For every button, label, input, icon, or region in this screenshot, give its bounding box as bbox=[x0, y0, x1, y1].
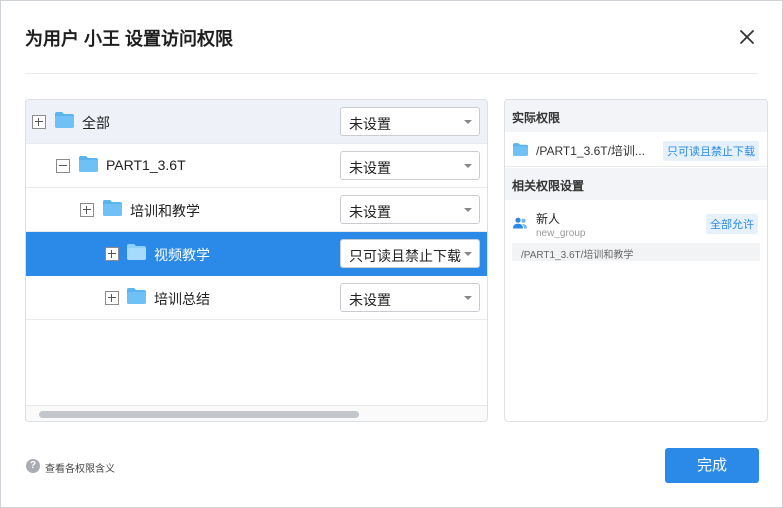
expand-icon[interactable] bbox=[80, 203, 94, 217]
permission-summary-panel: 实际权限 /PART1_3.6T/培训... 只可读且禁止下载 相关权限设置 新… bbox=[504, 99, 768, 422]
permission-value: 未设置 bbox=[349, 204, 391, 220]
related-group-name: new_group bbox=[536, 228, 586, 239]
chevron-down-icon bbox=[464, 164, 472, 168]
chevron-down-icon bbox=[464, 252, 472, 256]
folder-icon bbox=[103, 200, 122, 216]
folder-icon bbox=[513, 143, 528, 156]
horizontal-scrollbar[interactable] bbox=[26, 405, 487, 421]
folder-icon bbox=[127, 288, 146, 304]
help-link[interactable]: 查看各权限含义 bbox=[45, 460, 115, 475]
chevron-down-icon bbox=[464, 208, 472, 212]
header-divider bbox=[25, 73, 758, 74]
folder-icon bbox=[127, 244, 146, 260]
folder-icon bbox=[79, 156, 98, 172]
permission-dialog: 为用户 小王 设置访问权限 全部 未设置 PART1_3.6T 未设置 培训和教… bbox=[0, 0, 783, 508]
permission-value: 只可读且禁止下载 bbox=[349, 248, 461, 264]
expand-icon[interactable] bbox=[105, 247, 119, 261]
permission-value: 未设置 bbox=[349, 116, 391, 132]
dialog-title: 为用户 小王 设置访问权限 bbox=[25, 29, 234, 49]
effective-permission-heading: 实际权限 bbox=[505, 100, 767, 132]
collapse-icon[interactable] bbox=[56, 159, 70, 173]
tree-row[interactable]: PART1_3.6T 未设置 bbox=[26, 144, 487, 188]
help-icon[interactable]: ? bbox=[26, 459, 40, 473]
expand-icon[interactable] bbox=[32, 115, 46, 129]
effective-permission-row: /PART1_3.6T/培训... 只可读且禁止下载 bbox=[505, 132, 767, 167]
related-path: /PART1_3.6T/培训和教学 bbox=[512, 243, 760, 261]
folder-name: 视频教学 bbox=[154, 247, 210, 263]
folder-name: 全部 bbox=[82, 115, 110, 131]
tree-row[interactable]: 培训和教学 未设置 bbox=[26, 188, 487, 232]
effective-path: /PART1_3.6T/培训... bbox=[536, 144, 645, 158]
permission-select[interactable]: 未设置 bbox=[340, 151, 480, 180]
chevron-down-icon bbox=[464, 296, 472, 300]
folder-icon bbox=[55, 112, 74, 128]
permission-select[interactable]: 只可读且禁止下载 bbox=[340, 239, 480, 268]
folder-tree-panel: 全部 未设置 PART1_3.6T 未设置 培训和教学 未设置 视频教学 只可读… bbox=[25, 99, 488, 422]
done-button[interactable]: 完成 bbox=[665, 448, 759, 483]
related-user-name: 新人 bbox=[536, 212, 561, 226]
permission-value: 未设置 bbox=[349, 160, 391, 176]
tree-row[interactable]: 全部 未设置 bbox=[26, 100, 487, 144]
chevron-down-icon bbox=[464, 120, 472, 124]
permission-value: 未设置 bbox=[349, 292, 391, 308]
permission-badge: 全部允许 bbox=[706, 214, 758, 234]
expand-icon[interactable] bbox=[105, 291, 119, 305]
folder-name: 培训总结 bbox=[154, 291, 210, 307]
tree-row[interactable]: 培训总结 未设置 bbox=[26, 276, 487, 320]
scrollbar-thumb[interactable] bbox=[39, 411, 359, 418]
close-icon[interactable] bbox=[737, 27, 757, 47]
related-settings-heading: 相关权限设置 bbox=[505, 168, 767, 200]
permission-badge: 只可读且禁止下载 bbox=[663, 141, 759, 161]
folder-name: PART1_3.6T bbox=[106, 157, 186, 173]
user-group-icon bbox=[513, 217, 527, 229]
permission-select[interactable]: 未设置 bbox=[340, 195, 480, 224]
folder-name: 培训和教学 bbox=[130, 203, 200, 219]
permission-select[interactable]: 未设置 bbox=[340, 283, 480, 312]
tree-row-selected[interactable]: 视频教学 只可读且禁止下载 bbox=[26, 232, 487, 276]
permission-select[interactable]: 未设置 bbox=[340, 107, 480, 136]
